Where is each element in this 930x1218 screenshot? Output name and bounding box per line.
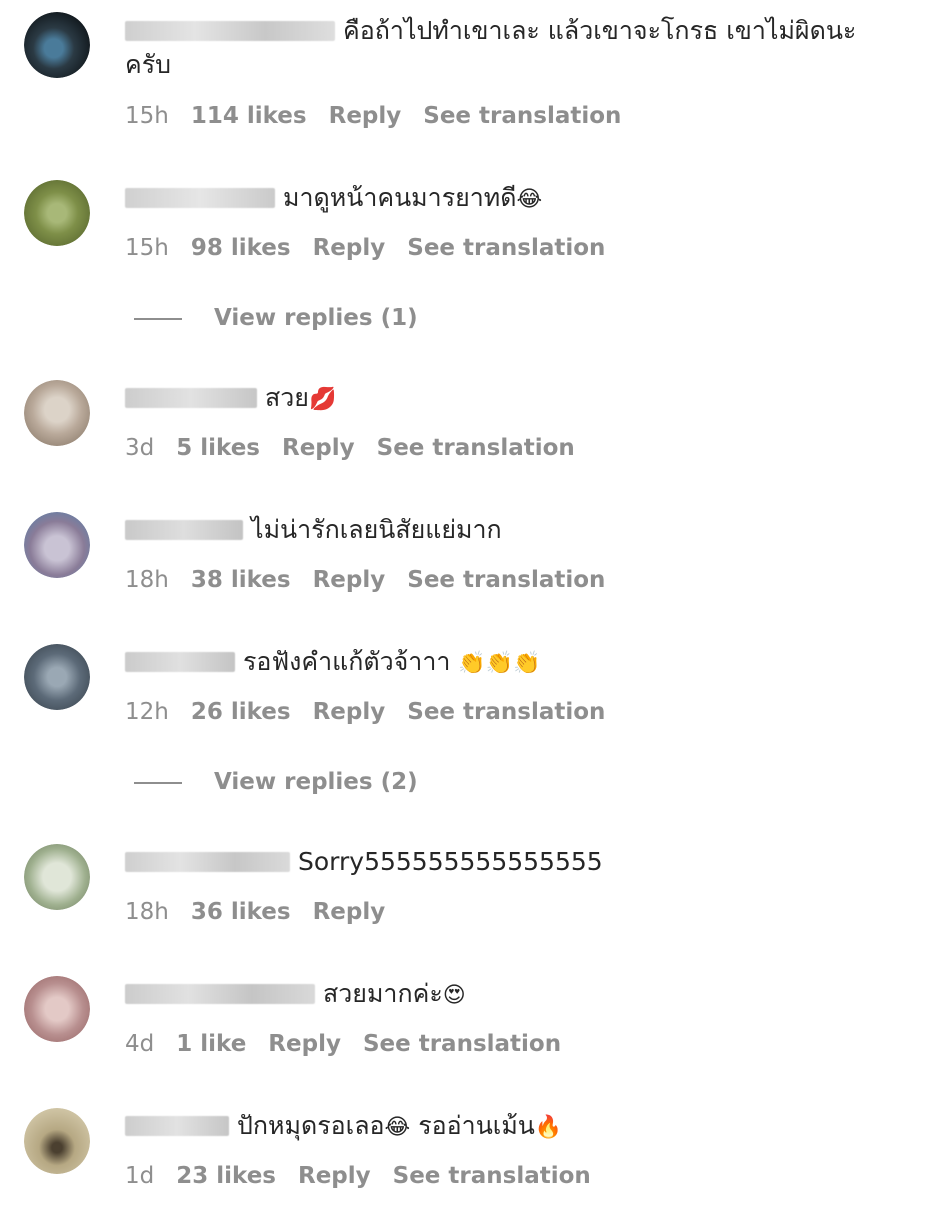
username-blurred[interactable] <box>125 388 257 408</box>
comment-text: ไม่น่ารักเลยนิสัยแย่มาก <box>125 513 890 547</box>
comment-text: รอฟังคำแก้ตัวจ้าาา 👏👏👏 <box>125 645 890 681</box>
comment-time: 15h <box>125 235 169 261</box>
username-blurred[interactable] <box>125 984 315 1004</box>
comment-meta: 15h 98 likes Reply See translation <box>125 234 627 262</box>
likes-count[interactable]: 36 likes <box>191 899 291 925</box>
clapping-hands-emoji: 👏👏👏 <box>458 651 541 676</box>
see-translation-button[interactable]: See translation <box>407 567 605 593</box>
comment-time: 12h <box>125 699 169 725</box>
reply-button[interactable]: Reply <box>329 103 402 129</box>
avatar[interactable] <box>24 512 90 578</box>
see-translation-button[interactable]: See translation <box>407 235 605 261</box>
reply-button[interactable]: Reply <box>282 435 355 461</box>
comment-meta: 4d 1 like Reply See translation <box>125 1030 583 1058</box>
likes-count[interactable]: 1 like <box>176 1031 246 1057</box>
comment-time: 15h <box>125 103 169 129</box>
see-translation-button[interactable]: See translation <box>407 699 605 725</box>
comment-meta: 12h 26 likes Reply See translation <box>125 698 627 726</box>
see-translation-button[interactable]: See translation <box>363 1031 561 1057</box>
see-translation-button[interactable]: See translation <box>423 103 621 129</box>
view-replies-button[interactable]: View replies (2) <box>134 768 418 796</box>
avatar[interactable] <box>24 12 90 78</box>
username-blurred[interactable] <box>125 520 243 540</box>
comment-time: 3d <box>125 435 155 461</box>
see-translation-button[interactable]: See translation <box>377 435 575 461</box>
comment-meta: 15h 114 likes Reply See translation <box>125 102 643 130</box>
reply-button[interactable]: Reply <box>313 235 386 261</box>
comment-meta: 1d 23 likes Reply See translation <box>125 1162 613 1190</box>
avatar[interactable] <box>24 976 90 1042</box>
comment-text: คือถ้าไปทำเขาเละ แล้วเขาจะโกรธ เขาไม่ผิด… <box>125 16 857 79</box>
avatar[interactable] <box>24 1108 90 1174</box>
see-translation-button[interactable]: See translation <box>393 1163 591 1189</box>
comment-time: 1d <box>125 1163 155 1189</box>
likes-count[interactable]: 114 likes <box>191 103 307 129</box>
comment-text: มาดูหน้าคนมารยาทดี😂 <box>125 181 890 217</box>
heart-eyes-emoji: 😍 <box>442 983 466 1008</box>
view-replies-button[interactable]: View replies (1) <box>134 304 418 332</box>
laughing-emoji: 😂 <box>516 187 543 212</box>
reply-button[interactable]: Reply <box>313 567 386 593</box>
avatar[interactable] <box>24 644 90 710</box>
comment-text: ปักหมุดรอเลอ😂 รออ่านเม้น🔥 <box>125 1109 890 1145</box>
avatar[interactable] <box>24 844 90 910</box>
replies-divider <box>134 781 182 784</box>
avatar[interactable] <box>24 380 90 446</box>
username-blurred[interactable] <box>125 652 235 672</box>
lips-emoji: 💋 <box>308 387 337 412</box>
comment-text: Sorry555555555555555 <box>125 845 890 879</box>
likes-count[interactable]: 38 likes <box>191 567 291 593</box>
comment-text: สวย💋 <box>125 381 890 417</box>
fire-emoji: 🔥 <box>534 1115 563 1140</box>
username-blurred[interactable] <box>125 21 335 41</box>
avatar[interactable] <box>24 180 90 246</box>
likes-count[interactable]: 26 likes <box>191 699 291 725</box>
reply-button[interactable]: Reply <box>298 1163 371 1189</box>
laughing-emoji: 😂 <box>384 1115 411 1140</box>
comment-meta: 3d 5 likes Reply See translation <box>125 434 597 462</box>
comment-text: สวยมากค่ะ😍 <box>125 977 890 1013</box>
likes-count[interactable]: 98 likes <box>191 235 291 261</box>
username-blurred[interactable] <box>125 852 290 872</box>
reply-button[interactable]: Reply <box>313 899 386 925</box>
comment-meta: 18h 36 likes Reply <box>125 898 407 926</box>
comment-time: 18h <box>125 899 169 925</box>
username-blurred[interactable] <box>125 1116 229 1136</box>
comment-time: 18h <box>125 567 169 593</box>
likes-count[interactable]: 23 likes <box>176 1163 276 1189</box>
comment-meta: 18h 38 likes Reply See translation <box>125 566 627 594</box>
comment-time: 4d <box>125 1031 155 1057</box>
replies-divider <box>134 317 182 320</box>
reply-button[interactable]: Reply <box>313 699 386 725</box>
username-blurred[interactable] <box>125 188 275 208</box>
reply-button[interactable]: Reply <box>268 1031 341 1057</box>
likes-count[interactable]: 5 likes <box>176 435 260 461</box>
